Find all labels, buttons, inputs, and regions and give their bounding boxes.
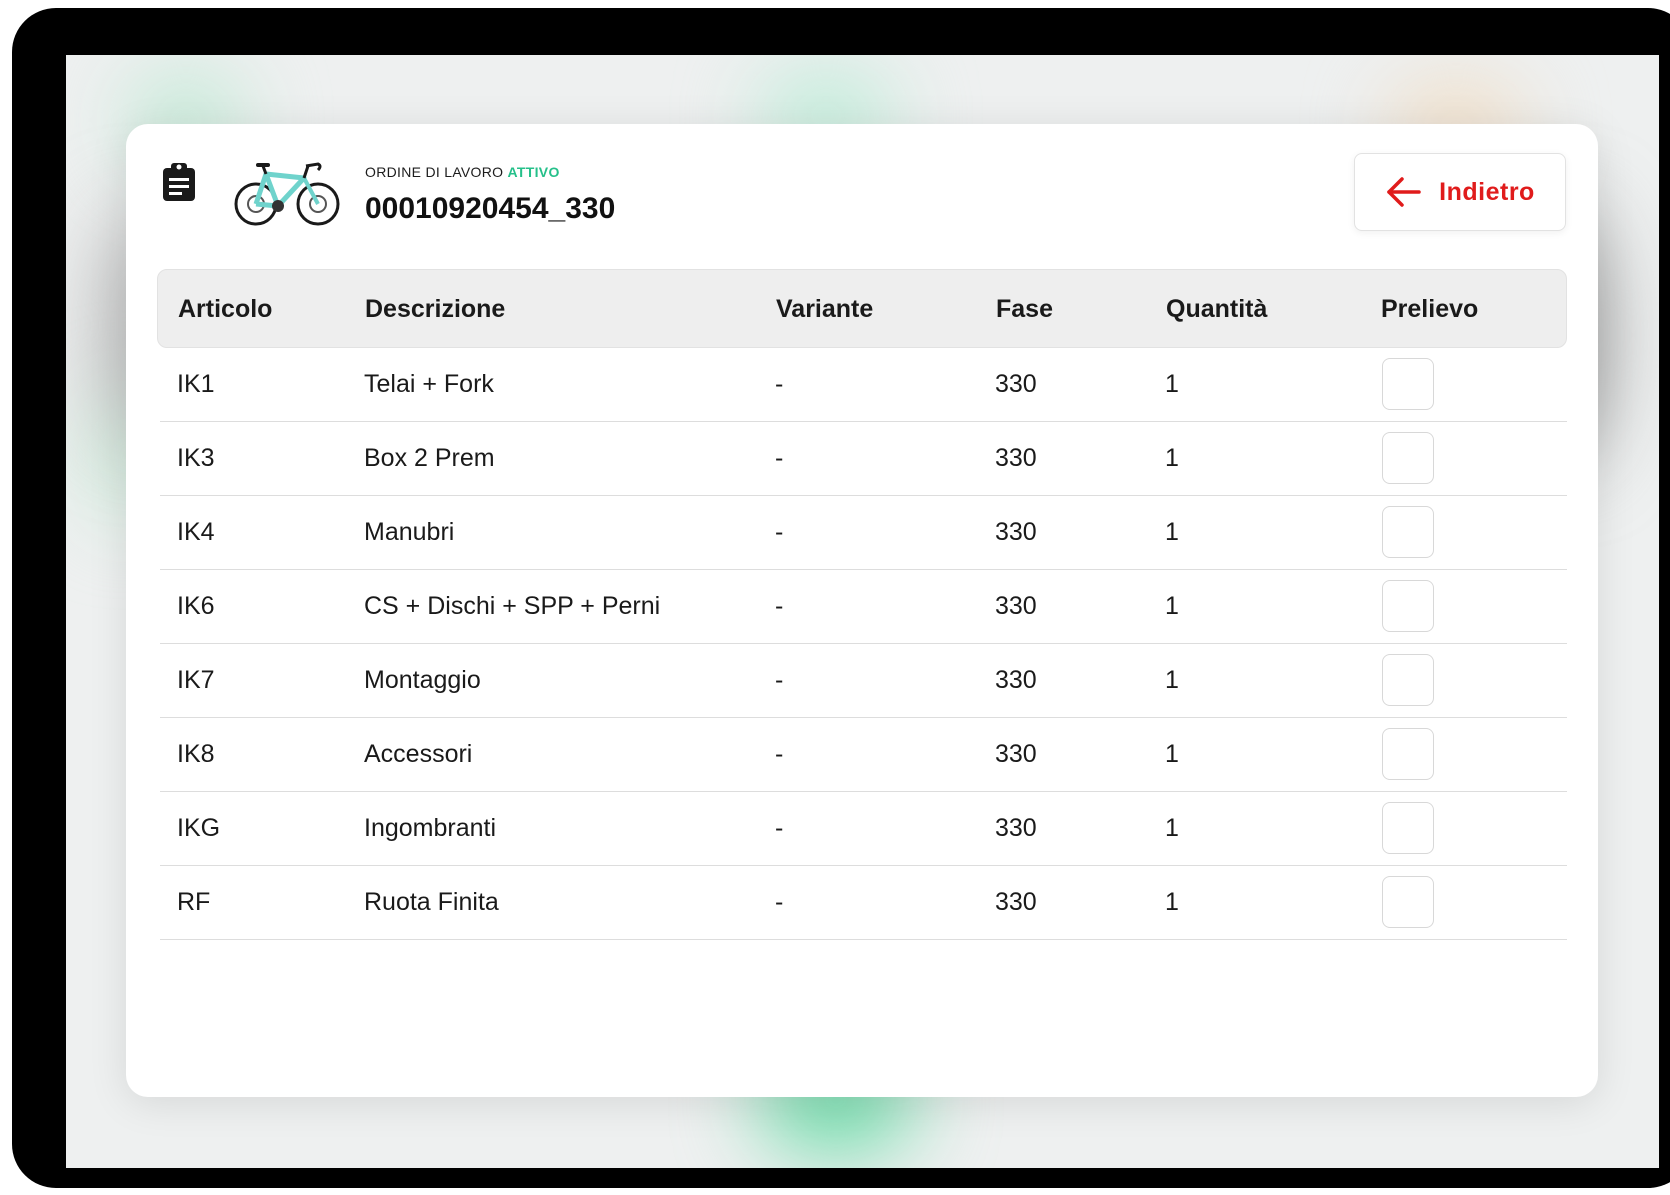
app-screen: ORDINE DI LAVORO ATTIVO 00010920454_330 …	[66, 55, 1659, 1168]
prelievo-checkbox[interactable]	[1382, 802, 1434, 854]
column-header-fase: Fase	[996, 295, 1053, 323]
back-button-label: Indietro	[1439, 177, 1535, 206]
order-label-text: ORDINE DI LAVORO	[365, 164, 504, 180]
table-row: IK1 Telai + Fork - 330 1	[160, 348, 1567, 422]
cell-descrizione: Ingombranti	[364, 814, 497, 842]
cell-variante: -	[775, 370, 784, 398]
prelievo-checkbox[interactable]	[1382, 876, 1434, 928]
cell-fase: 330	[995, 814, 1037, 842]
device-frame: ORDINE DI LAVORO ATTIVO 00010920454_330 …	[12, 8, 1670, 1188]
column-header-prelievo: Prelievo	[1381, 295, 1479, 323]
column-header-articolo: Articolo	[178, 295, 273, 323]
cell-articolo: IK1	[177, 370, 215, 398]
cell-quantita: 1	[1165, 592, 1179, 620]
table-row: IK7 Montaggio - 330 1	[160, 644, 1567, 718]
prelievo-checkbox[interactable]	[1382, 358, 1434, 410]
prelievo-checkbox[interactable]	[1382, 432, 1434, 484]
cell-quantita: 1	[1165, 888, 1179, 916]
cell-articolo: IK3	[177, 444, 215, 472]
cell-articolo: IK7	[177, 666, 215, 694]
cell-variante: -	[775, 444, 784, 472]
cell-descrizione: Telai + Fork	[364, 370, 494, 398]
cell-variante: -	[775, 666, 784, 694]
cell-fase: 330	[995, 888, 1037, 916]
column-header-quantita: Quantità	[1166, 295, 1268, 323]
table-row: IK4 Manubri - 330 1	[160, 496, 1567, 570]
cell-variante: -	[775, 814, 784, 842]
cell-fase: 330	[995, 370, 1037, 398]
back-button[interactable]: Indietro	[1354, 153, 1566, 231]
order-card: ORDINE DI LAVORO ATTIVO 00010920454_330 …	[126, 124, 1598, 1097]
prelievo-checkbox[interactable]	[1382, 654, 1434, 706]
cell-quantita: 1	[1165, 666, 1179, 694]
table-row: RF Ruota Finita - 330 1	[160, 866, 1567, 940]
cell-fase: 330	[995, 740, 1037, 768]
cell-articolo: IK6	[177, 592, 215, 620]
cell-variante: -	[775, 888, 784, 916]
column-header-variante: Variante	[776, 295, 874, 323]
cell-fase: 330	[995, 444, 1037, 472]
cell-variante: -	[775, 518, 784, 546]
prelievo-checkbox[interactable]	[1382, 728, 1434, 780]
cell-variante: -	[775, 740, 784, 768]
cell-variante: -	[775, 592, 784, 620]
cell-articolo: IK4	[177, 518, 215, 546]
clipboard-icon	[163, 163, 195, 201]
table-row: IK8 Accessori - 330 1	[160, 718, 1567, 792]
cell-descrizione: Montaggio	[364, 666, 481, 694]
cell-fase: 330	[995, 666, 1037, 694]
cell-quantita: 1	[1165, 740, 1179, 768]
table-row: IK3 Box 2 Prem - 330 1	[160, 422, 1567, 496]
table-header: Articolo Descrizione Variante Fase Quant…	[157, 269, 1567, 348]
order-status-badge: ATTIVO	[507, 164, 560, 180]
bike-icon	[234, 162, 340, 226]
order-number: 00010920454_330	[365, 192, 616, 225]
cell-fase: 330	[995, 518, 1037, 546]
cell-descrizione: CS + Dischi + SPP + Perni	[364, 592, 661, 620]
table-row: IKG Ingombranti - 330 1	[160, 792, 1567, 866]
cell-descrizione: Manubri	[364, 518, 455, 546]
arrow-left-icon	[1387, 177, 1421, 207]
cell-quantita: 1	[1165, 444, 1179, 472]
cell-descrizione: Accessori	[364, 740, 473, 768]
prelievo-checkbox[interactable]	[1382, 580, 1434, 632]
table-row: IK6 CS + Dischi + SPP + Perni - 330 1	[160, 570, 1567, 644]
order-header: ORDINE DI LAVORO ATTIVO 00010920454_330 …	[126, 124, 1598, 254]
cell-articolo: RF	[177, 888, 211, 916]
prelievo-checkbox[interactable]	[1382, 506, 1434, 558]
items-table: Articolo Descrizione Variante Fase Quant…	[157, 269, 1567, 940]
order-label: ORDINE DI LAVORO ATTIVO	[365, 164, 560, 180]
cell-quantita: 1	[1165, 814, 1179, 842]
cell-quantita: 1	[1165, 370, 1179, 398]
cell-fase: 330	[995, 592, 1037, 620]
cell-quantita: 1	[1165, 518, 1179, 546]
cell-articolo: IK8	[177, 740, 215, 768]
column-header-descrizione: Descrizione	[365, 295, 506, 323]
cell-descrizione: Box 2 Prem	[364, 444, 495, 472]
cell-descrizione: Ruota Finita	[364, 888, 499, 916]
cell-articolo: IKG	[177, 814, 221, 842]
